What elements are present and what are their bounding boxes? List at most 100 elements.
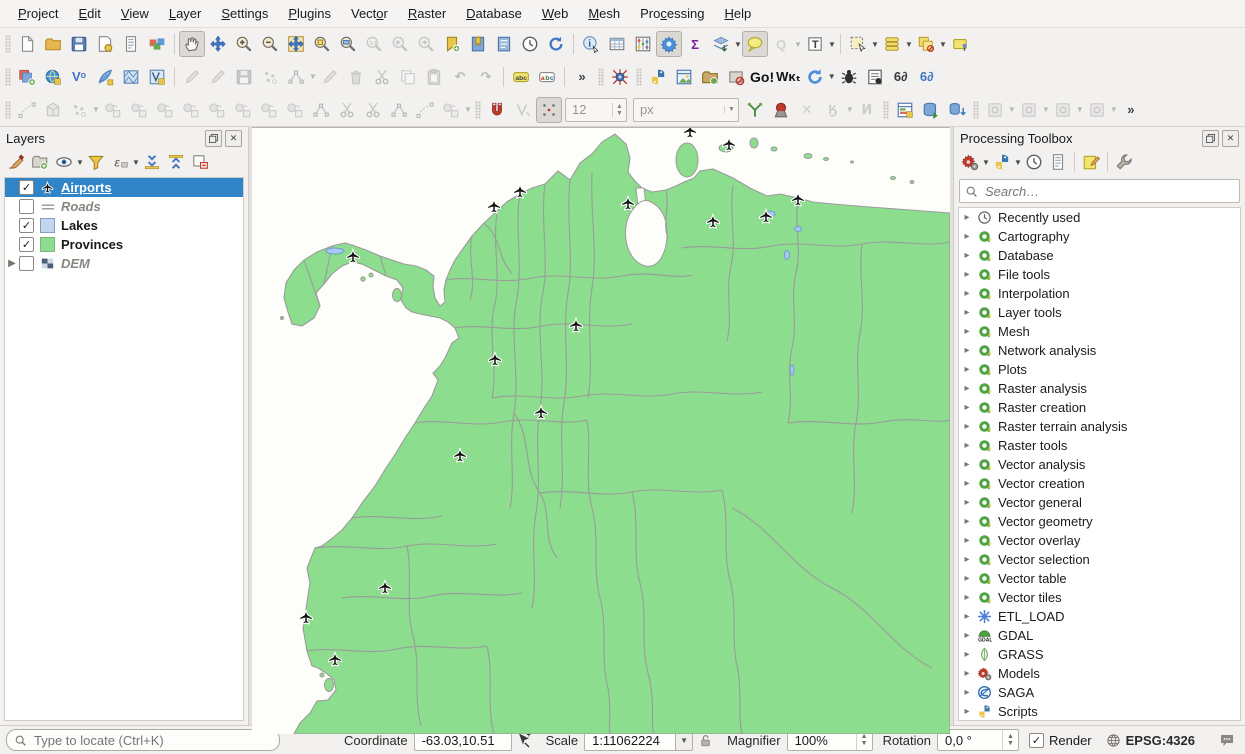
text-annotation-dropdown-icon[interactable]: ▼ — [828, 40, 836, 49]
open-project[interactable] — [40, 31, 66, 57]
layout-manager[interactable] — [892, 97, 918, 123]
identify-features[interactable] — [578, 31, 604, 57]
trace-config[interactable]: Ӄ — [820, 97, 846, 123]
wkt-plugin[interactable]: Wᴋₜ — [775, 64, 802, 90]
advanced-digitizing[interactable] — [40, 97, 66, 123]
temporal-controller[interactable] — [517, 31, 543, 57]
reshape-7[interactable] — [256, 97, 282, 123]
metasearch[interactable]: Q — [768, 31, 794, 57]
trace-config-dropdown-icon[interactable]: ▼ — [846, 105, 854, 114]
enable-tracing[interactable] — [510, 97, 536, 123]
pan-to-selection[interactable] — [205, 31, 231, 57]
expander-icon[interactable]: ▸ — [959, 687, 975, 698]
rotate-feature[interactable] — [412, 97, 438, 123]
digitize-shape-dropdown-icon[interactable]: ▼ — [92, 105, 100, 114]
go-button[interactable]: Go! — [749, 64, 775, 90]
expander-icon[interactable]: ▸ — [959, 611, 975, 622]
render-checkbox[interactable]: ✓ — [1029, 733, 1044, 748]
enable-snapping[interactable] — [484, 97, 510, 123]
project-properties[interactable] — [118, 31, 144, 57]
close-icon[interactable]: ✕ — [1222, 130, 1239, 147]
offset-curve[interactable] — [308, 97, 334, 123]
mesh-calc-dropdown-icon[interactable]: ▼ — [1076, 105, 1084, 114]
data-source-manager-save[interactable] — [708, 31, 734, 57]
render-toggle[interactable]: ✓ Render — [1029, 733, 1092, 748]
plugin-window[interactable] — [671, 64, 697, 90]
geometry-checker-dropdown-icon[interactable]: ▼ — [1008, 105, 1016, 114]
collapse-all[interactable] — [164, 150, 188, 174]
db-sync[interactable] — [944, 97, 970, 123]
reshape-6[interactable] — [230, 97, 256, 123]
expander-icon[interactable]: ▸ — [959, 288, 975, 299]
cut-features[interactable] — [369, 64, 395, 90]
expander-icon[interactable]: ▸ — [959, 326, 975, 337]
menu-settings[interactable]: Settings — [211, 2, 278, 25]
add-group[interactable] — [28, 150, 52, 174]
menu-vector[interactable]: Vector — [341, 2, 398, 25]
filter-legend-by-map[interactable] — [84, 150, 108, 174]
models-menu[interactable] — [958, 150, 982, 174]
raster-calc-dropdown-icon[interactable]: ▼ — [1110, 105, 1118, 114]
map-canvas[interactable] — [252, 127, 950, 725]
fill-ring[interactable] — [282, 97, 308, 123]
remove-layer[interactable] — [188, 150, 212, 174]
options[interactable] — [1112, 150, 1136, 174]
simplify-feature-dropdown-icon[interactable]: ▼ — [464, 105, 472, 114]
menu-web[interactable]: Web — [532, 2, 579, 25]
expander-icon[interactable]: ▸ — [959, 250, 975, 261]
zoom-next[interactable] — [413, 31, 439, 57]
undo[interactable]: ↶ — [447, 64, 473, 90]
layer-checkbox[interactable]: ✓ — [19, 237, 34, 252]
edit-features-in-place[interactable] — [1079, 150, 1103, 174]
toolbox-item-cartography[interactable]: ▸Cartography — [959, 227, 1240, 246]
toolbox-item-gdal[interactable]: ▸GDAL — [959, 626, 1240, 645]
layer-checkbox[interactable] — [19, 256, 34, 271]
plugin-folder[interactable] — [697, 64, 723, 90]
toolbox-item-scripts[interactable]: ▸Scripts — [959, 702, 1240, 721]
toolbox-item-file-tools[interactable]: ▸File tools — [959, 265, 1240, 284]
show-bookmarks[interactable] — [465, 31, 491, 57]
scripts-menu[interactable] — [990, 150, 1014, 174]
menu-database[interactable]: Database — [456, 2, 532, 25]
models-menu-dropdown-icon[interactable]: ▼ — [982, 158, 990, 167]
select-features-dropdown-icon[interactable]: ▼ — [871, 40, 879, 49]
plugin-disable[interactable] — [723, 64, 749, 90]
open-layer-styling[interactable] — [4, 150, 28, 174]
snapping-type[interactable] — [536, 97, 562, 123]
toolbox-item-recently-used[interactable]: ▸Recently used — [959, 208, 1240, 227]
toolbox-item-raster-tools[interactable]: ▸Raster tools — [959, 436, 1240, 455]
deselect-features[interactable] — [879, 31, 905, 57]
expander-icon[interactable]: ▸ — [959, 307, 975, 318]
new-bookmark[interactable] — [439, 31, 465, 57]
topology-checker[interactable] — [1016, 97, 1042, 123]
split-parts[interactable] — [360, 97, 386, 123]
map-tips[interactable] — [742, 31, 768, 57]
split-features[interactable] — [334, 97, 360, 123]
toolbox-item-vector-analysis[interactable]: ▸Vector analysis — [959, 455, 1240, 474]
show-statistics[interactable]: Σ — [682, 31, 708, 57]
reshape-5[interactable] — [204, 97, 230, 123]
expander-icon[interactable]: ▶ — [5, 258, 19, 269]
expander-icon[interactable]: ▸ — [959, 345, 975, 356]
layer-checkbox[interactable]: ✓ — [19, 218, 34, 233]
zoom-last[interactable] — [387, 31, 413, 57]
new-geopackage-layer[interactable] — [92, 64, 118, 90]
toggle-editing[interactable] — [205, 64, 231, 90]
expander-icon[interactable]: ▸ — [959, 478, 975, 489]
expander-icon[interactable]: ▸ — [959, 421, 975, 432]
raster-calc[interactable] — [1084, 97, 1110, 123]
current-edits[interactable] — [179, 64, 205, 90]
new-project[interactable] — [14, 31, 40, 57]
toolbox-item-vector-table[interactable]: ▸Vector table — [959, 569, 1240, 588]
pan-map[interactable] — [179, 31, 205, 57]
save-project[interactable] — [66, 31, 92, 57]
layer-item-provinces[interactable]: ✓Provinces — [5, 235, 243, 254]
zoom-to-selection[interactable] — [309, 31, 335, 57]
expander-icon[interactable]: ▸ — [959, 706, 975, 717]
new-shapefile-layer[interactable] — [144, 64, 170, 90]
toolbox-item-raster-analysis[interactable]: ▸Raster analysis — [959, 379, 1240, 398]
menu-help[interactable]: Help — [714, 2, 761, 25]
toolbox-item-network-analysis[interactable]: ▸Network analysis — [959, 341, 1240, 360]
filter-by-expression[interactable] — [108, 150, 132, 174]
expander-icon[interactable]: ▸ — [959, 554, 975, 565]
